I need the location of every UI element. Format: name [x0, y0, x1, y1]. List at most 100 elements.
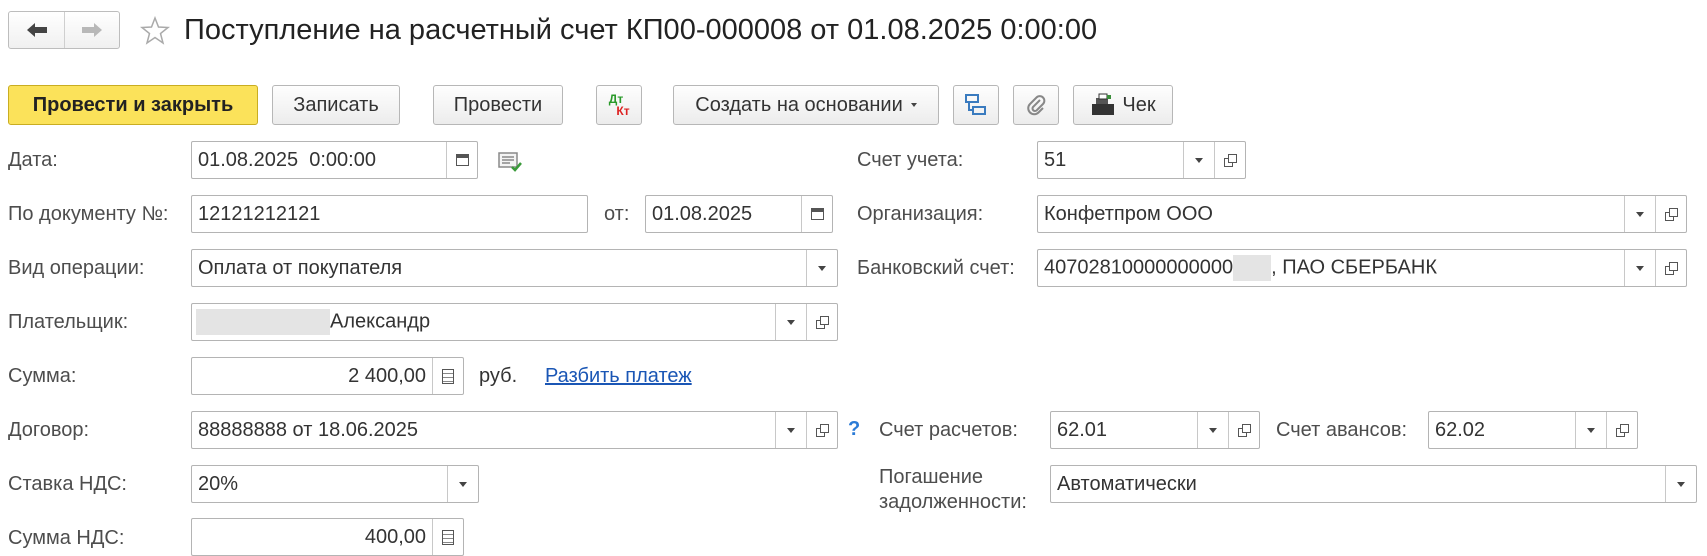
arrow-right-icon [82, 23, 102, 37]
open-form-icon [1615, 423, 1629, 437]
dropdown-button[interactable] [775, 412, 806, 448]
calculator-button[interactable] [432, 358, 463, 394]
hierarchy-icon [965, 94, 986, 115]
bank-account-value-wrap: 40702810000000000 , ПАО СБЕРБАНК [1038, 255, 1624, 281]
receipt-button[interactable]: Чек [1073, 85, 1173, 125]
nav-group [8, 11, 120, 49]
structure-button[interactable] [953, 85, 999, 125]
open-form-icon [1664, 207, 1678, 221]
vat-sum-field[interactable]: 400,00 [191, 518, 464, 556]
payer-field[interactable]: Александр [191, 303, 838, 341]
save-button[interactable]: Записать [272, 85, 400, 125]
document-check-icon[interactable] [498, 151, 524, 173]
org-value: Конфетпром ООО [1044, 202, 1213, 225]
sum-field[interactable]: 2 400,00 [191, 357, 464, 395]
open-button[interactable] [1606, 412, 1637, 448]
open-button[interactable] [1228, 412, 1259, 448]
dropdown-button[interactable] [806, 250, 837, 286]
optype-value: Оплата от покупателя [198, 256, 403, 279]
post-and-close-button[interactable]: Провести и закрыть [8, 85, 258, 125]
date-label: Дата: [8, 149, 58, 171]
help-icon[interactable]: ? [848, 418, 860, 441]
docnum-value: 12121212121 [198, 202, 321, 225]
chevron-down-icon [1677, 481, 1685, 487]
open-form-icon [815, 423, 829, 437]
chevron-down-icon [459, 481, 467, 487]
optype-field[interactable]: Оплата от покупателя [191, 249, 838, 287]
org-field[interactable]: Конфетпром ООО [1037, 195, 1687, 233]
back-button[interactable] [9, 12, 65, 48]
dropdown-button[interactable] [1624, 250, 1655, 286]
bank-account-label: Банковский счет: [857, 257, 1015, 279]
advance-account-label: Счет авансов: [1276, 419, 1408, 441]
receipt-label: Чек [1122, 93, 1156, 116]
page-title: Поступление на расчетный счет КП00-00000… [184, 14, 1098, 46]
chevron-down-icon [1195, 157, 1203, 163]
calculator-icon [442, 529, 454, 545]
dropdown-button[interactable] [1197, 412, 1228, 448]
settle-account-field[interactable]: 62.01 [1050, 411, 1260, 449]
debt-repayment-value: Автоматически [1057, 472, 1197, 495]
settle-account-label: Счет расчетов: [879, 419, 1018, 441]
calculator-button[interactable] [432, 519, 463, 555]
star-icon[interactable] [140, 16, 170, 46]
open-form-icon [1664, 261, 1678, 275]
chevron-down-icon [1636, 211, 1644, 217]
open-button[interactable] [806, 412, 837, 448]
chevron-down-icon [818, 265, 826, 271]
open-button[interactable] [1655, 196, 1686, 232]
paperclip-icon [1027, 95, 1046, 116]
dropdown-button[interactable] [447, 466, 478, 502]
open-form-icon [1237, 423, 1251, 437]
account-label: Счет учета: [857, 149, 964, 171]
vat-rate-field[interactable]: 20% [191, 465, 479, 503]
contract-label: Договор: [8, 419, 90, 441]
chevron-down-icon [910, 103, 917, 107]
from-date-value: 01.08.2025 [652, 202, 753, 225]
bank-account-field[interactable]: 40702810000000000 , ПАО СБЕРБАНК [1037, 249, 1687, 287]
sum-label: Сумма: [8, 365, 77, 387]
calendar-button[interactable] [801, 196, 832, 232]
attach-button[interactable] [1013, 85, 1059, 125]
calendar-icon [810, 208, 824, 220]
calendar-button[interactable] [446, 142, 477, 178]
payer-value: Александр [330, 310, 431, 333]
post-button[interactable]: Провести [433, 85, 563, 125]
create-based-on-button[interactable]: Создать на основании [673, 85, 939, 125]
debt-repayment-field[interactable]: Автоматически [1050, 465, 1697, 503]
create-based-on-label: Создать на основании [695, 93, 903, 116]
dropdown-button[interactable] [1665, 466, 1696, 502]
advance-account-value: 62.02 [1435, 418, 1486, 441]
open-form-icon [815, 315, 829, 329]
optype-label: Вид операции: [8, 257, 145, 279]
forward-button[interactable] [65, 12, 119, 48]
open-form-icon [1223, 153, 1237, 167]
cash-register-icon [1092, 93, 1115, 115]
contract-value: 88888888 от 18.06.2025 [198, 418, 419, 441]
org-label: Организация: [857, 203, 984, 225]
debt-repayment-label-2: задолженности: [879, 491, 1027, 513]
contract-field[interactable]: 88888888 от 18.06.2025 [191, 411, 838, 449]
open-button[interactable] [1655, 250, 1686, 286]
dropdown-button[interactable] [775, 304, 806, 340]
date-field[interactable]: 01.08.2025 0:00:00 [191, 141, 478, 179]
open-button[interactable] [1214, 142, 1245, 178]
dropdown-button[interactable] [1624, 196, 1655, 232]
dropdown-button[interactable] [1575, 412, 1606, 448]
dropdown-button[interactable] [1183, 142, 1214, 178]
docnum-field[interactable]: 12121212121 [191, 195, 588, 233]
vat-rate-value: 20% [198, 472, 239, 495]
account-field[interactable]: 51 [1037, 141, 1246, 179]
sum-value: 2 400,00 [348, 364, 426, 387]
settle-account-value: 62.01 [1057, 418, 1108, 441]
open-button[interactable] [806, 304, 837, 340]
bank-name: , ПАО СБЕРБАНК [1271, 256, 1437, 279]
bank-account-number: 40702810000000000 [1044, 256, 1234, 279]
dt-kt-button[interactable]: Дт Кт [596, 85, 642, 125]
advance-account-field[interactable]: 62.02 [1428, 411, 1638, 449]
debt-repayment-label-1: Погашение [879, 466, 983, 488]
payer-value-wrap: Александр [192, 309, 775, 335]
split-payment-link[interactable]: Разбить платеж [545, 364, 692, 388]
from-date-field[interactable]: 01.08.2025 [645, 195, 833, 233]
calendar-icon [455, 154, 469, 166]
